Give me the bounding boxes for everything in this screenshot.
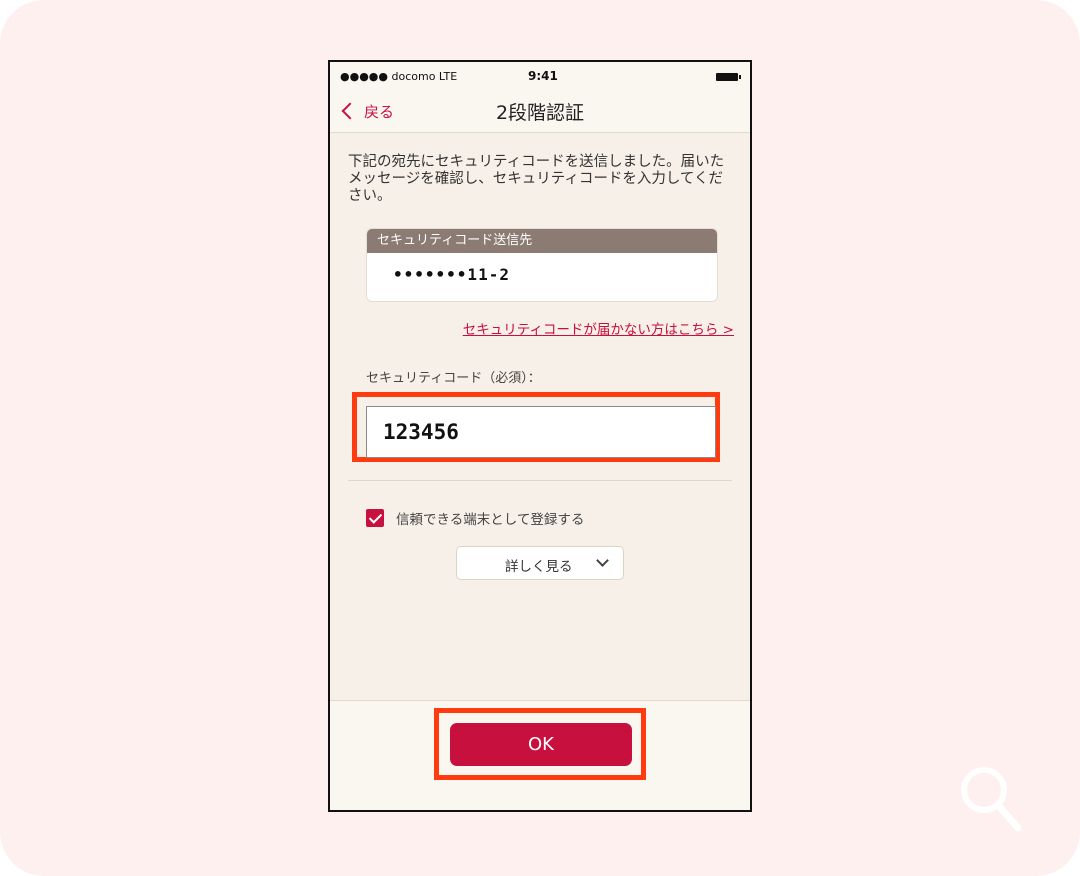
details-label: 詳しく見る [505,559,573,575]
trust-device-label: 信頼できる端末として登録する [396,512,585,528]
code-not-received-link[interactable]: セキュリティコードが届かない方はこちら > [463,318,734,338]
page-title: 2段階認証 [495,102,585,124]
clock: 9:41 [528,69,558,83]
destination-card: セキュリティコード送信先 •••••••11-2 [366,228,718,302]
instruction-text: 下記の宛先にセキュリティコードを送信しました。届いたメッセージを確認し、セキュリ… [348,154,725,204]
divider [348,480,732,481]
checkbox-checked-icon[interactable] [366,509,384,527]
navigation-bar: 戻る 2段階認証 [330,92,750,133]
ok-button[interactable]: OK [450,723,632,766]
battery-icon [716,73,741,81]
details-button[interactable]: 詳しく見る [456,546,624,580]
status-bar: ●●●●● docomo LTE 9:41 [330,62,750,92]
security-code-label: セキュリティコード（必須）： [366,371,541,386]
trust-device-checkbox-row[interactable]: 信頼できる端末として登録する [366,508,584,528]
search-icon[interactable] [958,764,1022,834]
security-code-input[interactable]: 123456 [366,406,716,458]
carrier-label: ●●●●● docomo LTE [340,70,458,83]
chevron-down-icon [596,554,609,567]
destination-value: •••••••11-2 [393,265,510,284]
phone-screen: ●●●●● docomo LTE 9:41 戻る 2段階認証 下記の宛先にセキュ… [328,60,752,812]
destination-header: セキュリティコード送信先 [367,229,717,253]
